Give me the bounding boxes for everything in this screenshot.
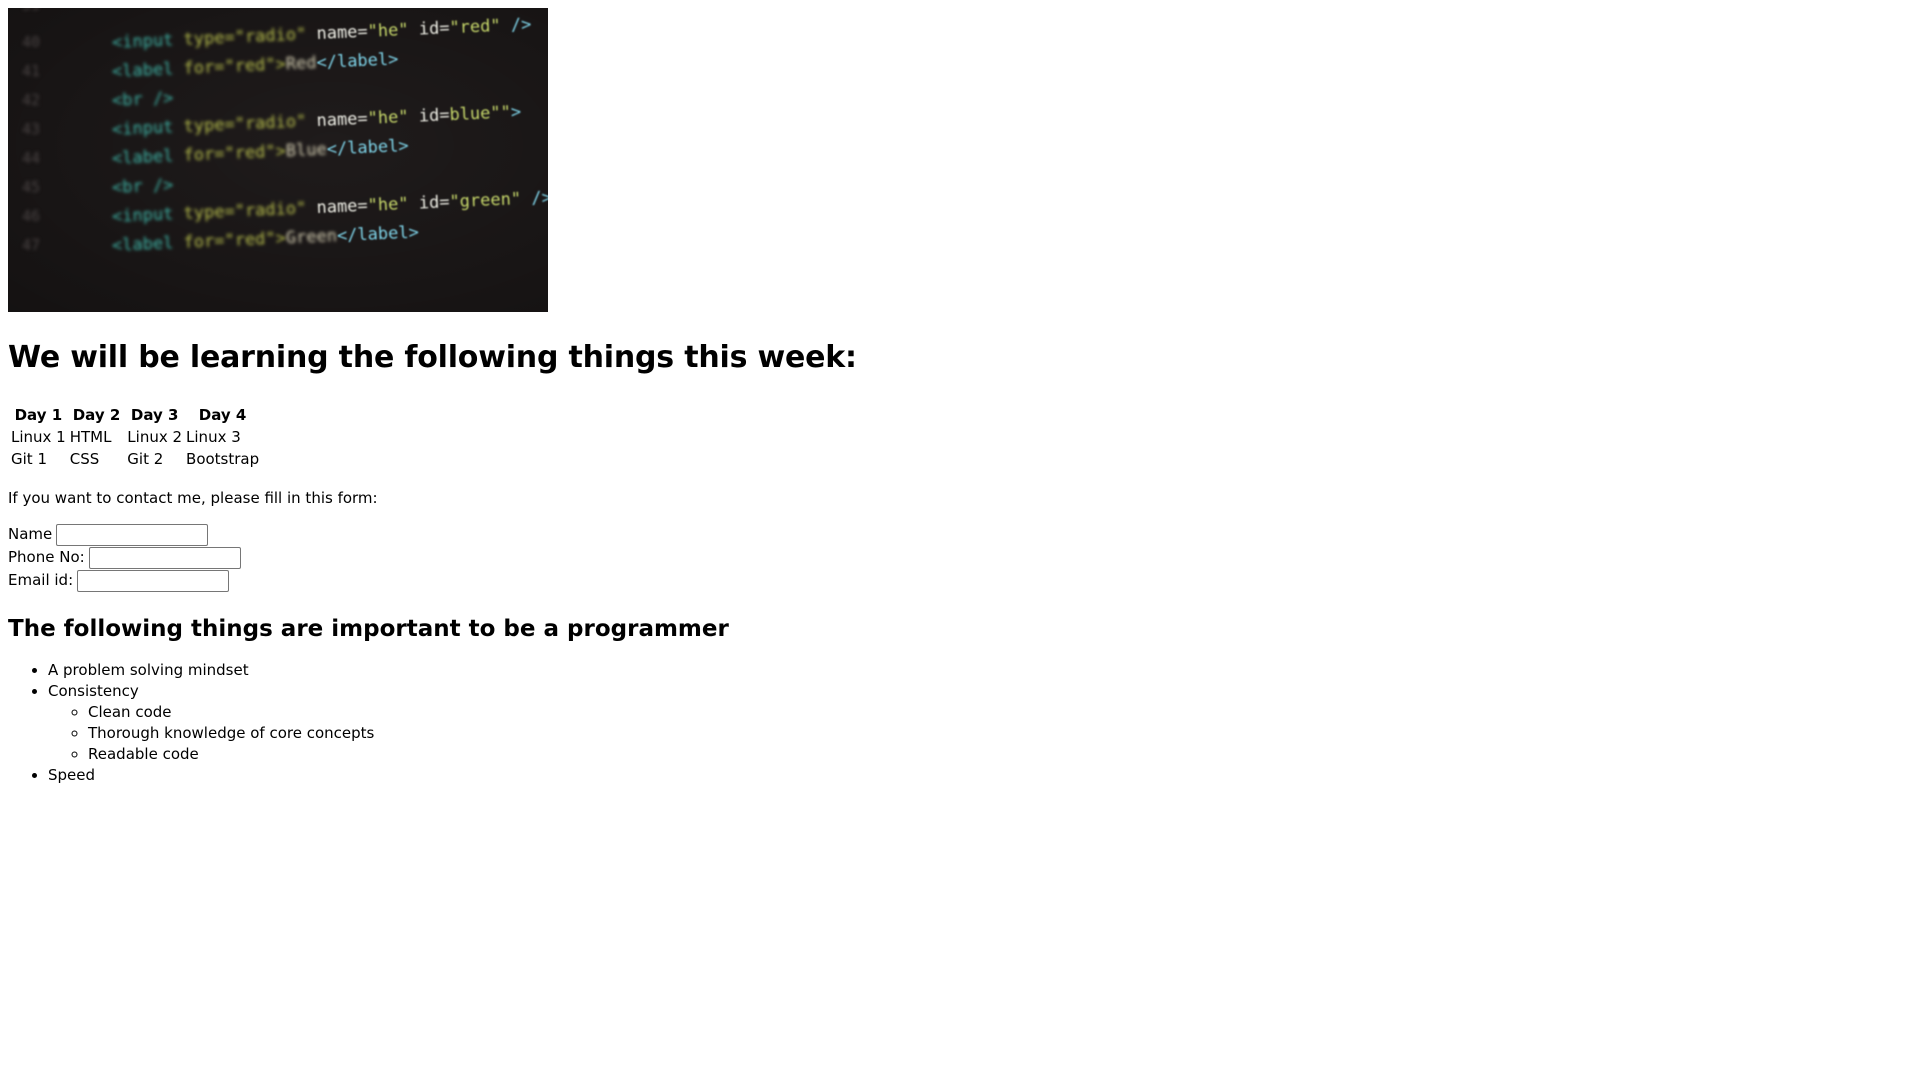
contact-intro-text: If you want to contact me, please fill i…	[8, 489, 378, 507]
table-cell: Bootstrap	[186, 450, 260, 468]
table-header-cell: Day 1	[14, 406, 63, 424]
nested-list-item: Thorough knowledge of core concepts	[88, 723, 1912, 744]
nested-list-item: Readable code	[88, 744, 1912, 765]
code-token: "red"	[449, 15, 512, 39]
line-number: 41	[22, 62, 41, 80]
code-token: "he"	[367, 193, 420, 216]
table-cell: Linux 3	[186, 428, 241, 446]
schedule-table: Day 1 Day 2 Day 3 Day 4 Linux 1 HTML Lin…	[8, 403, 262, 471]
code-line: 40 <input type="radio" name="he" id="red"…	[8, 15, 548, 57]
code-token: name=	[316, 195, 369, 219]
table-header-cell: Day 3	[130, 406, 179, 424]
list-item: Speed	[48, 765, 1912, 786]
code-token: </label>	[336, 222, 420, 247]
email-label: Email id:	[8, 571, 74, 589]
code-token: <input	[111, 203, 185, 227]
line-number: 43	[22, 120, 41, 138]
phone-label: Phone No:	[8, 548, 85, 566]
table-header-cell: Day 4	[198, 406, 247, 424]
code-token: type="radio"	[183, 24, 317, 50]
code-token: <br />	[111, 88, 174, 111]
code-token: />	[530, 187, 548, 209]
code-token: for="red">	[183, 54, 287, 79]
code-text: <br />	[112, 88, 174, 111]
code-line: 44 <label for="red">Blue</label>	[8, 136, 548, 173]
code-token: </label>	[326, 136, 410, 160]
nested-list: Clean code Thorough knowledge of core co…	[48, 702, 1912, 765]
code-token: <label	[111, 232, 185, 256]
list-item: Consistency Clean code Thorough knowledg…	[48, 681, 1912, 765]
line-number: 46	[22, 207, 41, 225]
table-row: Git 1 CSS Git 2 Bootstrap	[10, 449, 260, 469]
table-header-cell: Day 2	[72, 406, 121, 424]
code-token: "he"	[367, 19, 420, 42]
nested-list-item: Clean code	[88, 702, 1912, 723]
line-number: 39	[22, 8, 52, 14]
page: 3940<input type="radio" name="he" id="re…	[0, 0, 1920, 794]
table-cell: Linux 1	[11, 428, 66, 446]
code-text: <br />	[112, 175, 174, 198]
table-cell: Linux 2	[127, 428, 183, 446]
code-token: name=	[316, 21, 369, 45]
code-token: Red	[285, 53, 317, 75]
code-token: blue""	[449, 102, 512, 126]
code-screenshot-image: 3940<input type="radio" name="he" id="re…	[8, 8, 548, 312]
skills-list: A problem solving mindset Consistency Cl…	[8, 660, 1912, 786]
code-token: id=	[418, 192, 450, 214]
code-token: >	[510, 102, 522, 123]
line-number: 44	[22, 149, 41, 167]
code-text: <input type="radio" name="he" id="red" /…	[112, 15, 532, 53]
table-cell: HTML	[69, 428, 112, 446]
page-heading: We will be learning the following things…	[8, 340, 857, 375]
code-token: </label>	[316, 49, 399, 74]
code-token: <label	[111, 58, 185, 82]
line-number: 42	[22, 91, 41, 109]
phone-input[interactable]	[88, 546, 241, 569]
code-token: <br />	[111, 175, 174, 198]
skills-heading: The following things are important to be…	[8, 616, 729, 642]
code-token: "he"	[367, 106, 420, 129]
line-number: 47	[22, 236, 41, 254]
code-line: 47 <label for="red">Green</label>	[8, 223, 548, 260]
phone-row: Phone No:	[8, 546, 1912, 569]
email-row: Email id:	[8, 569, 1912, 592]
name-row: Name	[8, 523, 1912, 546]
name-input[interactable]	[56, 523, 209, 546]
table-cell: Git 2	[127, 450, 164, 468]
table-row: Linux 1 HTML Linux 2 Linux 3	[10, 427, 260, 447]
code-token: <input	[111, 116, 185, 140]
name-label: Name	[8, 525, 53, 543]
contact-form: Name Phone No: Email id:	[8, 523, 1912, 592]
code-line: 41 <label for="red">Red</label>	[8, 50, 548, 86]
code-token: Green	[285, 226, 338, 249]
line-number: 40	[22, 33, 41, 51]
list-item: A problem solving mindset	[48, 660, 1912, 681]
code-token: <label	[111, 145, 185, 169]
table-header-row: Day 1 Day 2 Day 3 Day 4	[10, 405, 260, 425]
table-cell: Git 1	[11, 450, 47, 468]
code-line: 43 <input type="radio" name="he" id=blue"…	[8, 102, 548, 144]
code-token: for="red">	[183, 141, 287, 166]
email-input[interactable]	[77, 569, 230, 592]
code-token: id=	[418, 105, 450, 127]
table-cell: CSS	[69, 450, 100, 468]
code-token: id=	[418, 18, 450, 40]
code-token: />	[510, 14, 532, 36]
code-token: Blue	[285, 139, 328, 162]
line-number: 45	[22, 178, 41, 196]
code-token: <input	[111, 29, 185, 53]
code-token: for="red">	[183, 228, 287, 253]
code-line: 46 <input type="radio" name="he" id="gree…	[8, 188, 548, 231]
list-item-label: Consistency	[48, 682, 139, 700]
code-token: "green"	[449, 188, 532, 213]
code-token: name=	[316, 108, 369, 132]
